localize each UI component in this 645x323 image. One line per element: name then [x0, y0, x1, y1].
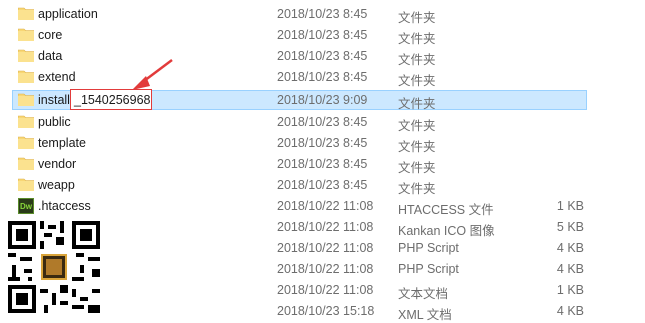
file-row-weapp[interactable]: weapp 2018/10/23 8:45 文件夹 [0, 175, 645, 196]
annotation-arrow-icon [132, 59, 173, 90]
file-type: 文件夹 [398, 74, 436, 88]
file-date: 2018/10/22 11:08 [277, 220, 374, 234]
file-type: 文件夹 [398, 140, 436, 154]
file-type: PHP Script [398, 241, 459, 255]
file-row-data[interactable]: data 2018/10/23 8:45 文件夹 [0, 46, 645, 67]
file-name: public [38, 115, 71, 129]
file-name: vendor [38, 157, 77, 171]
file-row-install[interactable]: install _1540256968 2018/10/23 9:09 文件夹 [0, 59, 645, 111]
file-date: 2018/10/23 8:45 [277, 136, 368, 150]
folder-icon [18, 48, 34, 64]
file-type: 文本文档 [398, 287, 449, 301]
file-size: 1 KB [556, 283, 584, 297]
file-date: 2018/10/23 15:18 [277, 304, 375, 318]
file-type: 文件夹 [398, 11, 436, 25]
folder-icon [18, 6, 34, 22]
file-date: 2018/10/22 11:08 [277, 262, 374, 276]
qr-code-image [8, 221, 100, 313]
file-name: core [38, 28, 63, 42]
file-name: weapp [38, 178, 75, 192]
file-row-template[interactable]: template 2018/10/23 8:45 文件夹 [0, 133, 645, 154]
file-row-vendor[interactable]: vendor 2018/10/23 8:45 文件夹 [0, 154, 645, 175]
file-name: application [38, 7, 98, 21]
dreamweaver-file-icon: Dw [18, 198, 34, 214]
file-size: 4 KB [556, 304, 584, 318]
file-type: XML 文档 [398, 308, 452, 322]
file-type: 文件夹 [398, 32, 436, 46]
folder-icon [18, 92, 34, 108]
file-name: .htaccess [38, 199, 91, 213]
file-type: PHP Script [398, 262, 459, 276]
file-size: 5 KB [556, 220, 584, 234]
file-name: extend [38, 70, 76, 84]
file-date: 2018/10/22 11:08 [277, 283, 374, 297]
file-date: 2018/10/23 8:45 [277, 178, 368, 192]
file-name: template [38, 136, 86, 150]
file-date: 2018/10/22 11:08 [277, 199, 374, 213]
file-date: 2018/10/22 11:08 [277, 241, 374, 255]
file-name: data [38, 49, 63, 63]
folder-icon [18, 114, 34, 130]
file-row-application[interactable]: application 2018/10/23 8:45 文件夹 [0, 4, 645, 25]
file-type: HTACCESS 文件 [398, 203, 494, 217]
file-row-core[interactable]: core 2018/10/23 8:45 文件夹 [0, 25, 645, 46]
folder-icon [18, 177, 34, 193]
file-size: 1 KB [556, 199, 584, 213]
file-row-public[interactable]: public 2018/10/23 8:45 文件夹 [0, 112, 645, 133]
folder-icon [18, 135, 34, 151]
file-name: install [38, 93, 70, 107]
file-row-htaccess[interactable]: Dw .htaccess 2018/10/22 11:08 HTACCESS 文… [0, 196, 645, 217]
file-type: Kankan ICO 图像 [398, 224, 495, 238]
file-date: 2018/10/23 8:45 [277, 28, 368, 42]
file-date: 2018/10/23 8:45 [277, 7, 368, 21]
file-date: 2018/10/23 8:45 [277, 49, 368, 63]
file-date: 2018/10/23 9:09 [277, 93, 368, 107]
file-date: 2018/10/23 8:45 [277, 157, 368, 171]
folder-icon [18, 69, 34, 85]
file-date: 2018/10/23 8:45 [277, 115, 368, 129]
file-type: 文件夹 [398, 161, 436, 175]
file-type: 文件夹 [398, 182, 436, 196]
folder-icon [18, 27, 34, 43]
file-type: 文件夹 [398, 53, 436, 67]
file-date: 2018/10/23 8:45 [277, 70, 368, 84]
file-type: 文件夹 [398, 119, 436, 133]
folder-icon [18, 156, 34, 172]
file-row-extend[interactable]: extend 2018/10/23 8:45 文件夹 [0, 67, 645, 88]
file-type: 文件夹 [398, 97, 436, 111]
file-size: 4 KB [556, 241, 584, 255]
file-size: 4 KB [556, 262, 584, 276]
